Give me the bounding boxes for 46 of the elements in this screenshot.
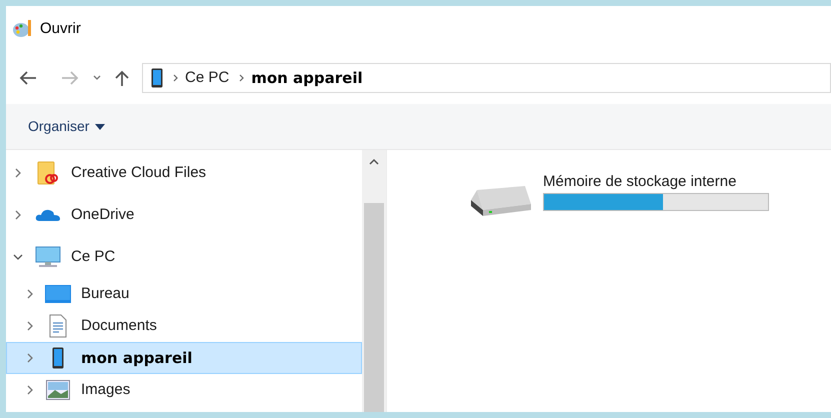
chevron-right-icon[interactable]: [25, 289, 35, 299]
chevron-right-icon[interactable]: [13, 168, 23, 178]
tree-item[interactable]: Ce PC: [6, 236, 362, 278]
tree-item-label: mon appareil: [81, 348, 192, 369]
up-arrow-icon[interactable]: [114, 69, 130, 87]
cloud-icon: [35, 208, 61, 222]
tree-item-label: Images: [81, 380, 130, 400]
document-icon: [49, 314, 67, 338]
chevron-right-icon[interactable]: [25, 321, 35, 331]
address-field[interactable]: Ce PC mon appareil: [142, 63, 831, 93]
phone-icon: [151, 68, 163, 88]
chevron-right-icon: [239, 74, 246, 82]
caret-icon[interactable]: [92, 74, 102, 82]
tree-item-label: Documents: [81, 316, 157, 336]
tree-item-label: OneDrive: [71, 204, 134, 225]
tree-item-label: Ce PC: [71, 246, 116, 267]
tree-item[interactable]: Creative Cloud Files: [6, 152, 362, 194]
scrollbar-thumb[interactable]: [364, 203, 384, 412]
phone-icon: [52, 347, 64, 369]
chevron-right-icon[interactable]: [25, 385, 35, 395]
caret-down-icon: [95, 124, 106, 130]
tree-item[interactable]: Documents: [6, 310, 362, 342]
breadcrumb[interactable]: Ce PC: [185, 66, 230, 90]
chevron-right-icon[interactable]: [25, 353, 35, 363]
tree-item[interactable]: Images: [6, 374, 362, 406]
chevron-down-icon[interactable]: [13, 252, 23, 262]
chevron-right-icon[interactable]: [13, 210, 23, 220]
organise-button[interactable]: Organiser: [28, 116, 106, 137]
tree-item[interactable]: Bureau: [6, 278, 362, 310]
desktop-icon: [45, 285, 71, 303]
window-title: Ouvrir: [40, 18, 81, 39]
tree-item[interactable]: mon appareil: [6, 342, 362, 374]
scroll-up-icon[interactable]: [369, 158, 379, 165]
back-arrow-icon[interactable]: [18, 70, 38, 86]
paint-palette-icon: [12, 18, 34, 40]
scrollbar[interactable]: [362, 150, 386, 412]
drive-name[interactable]: Mémoire de stockage interne: [543, 171, 736, 193]
chevron-right-icon: [173, 74, 179, 82]
breadcrumb[interactable]: mon appareil: [251, 66, 363, 90]
hard-drive-icon: [469, 184, 533, 218]
tree-item[interactable]: OneDrive: [6, 194, 362, 236]
tree-item-label: Bureau: [81, 284, 130, 304]
cloud-folder-icon: [37, 161, 59, 185]
monitor-icon: [35, 246, 61, 268]
image-icon: [46, 380, 70, 400]
tree-item-label: Creative Cloud Files: [71, 162, 206, 183]
